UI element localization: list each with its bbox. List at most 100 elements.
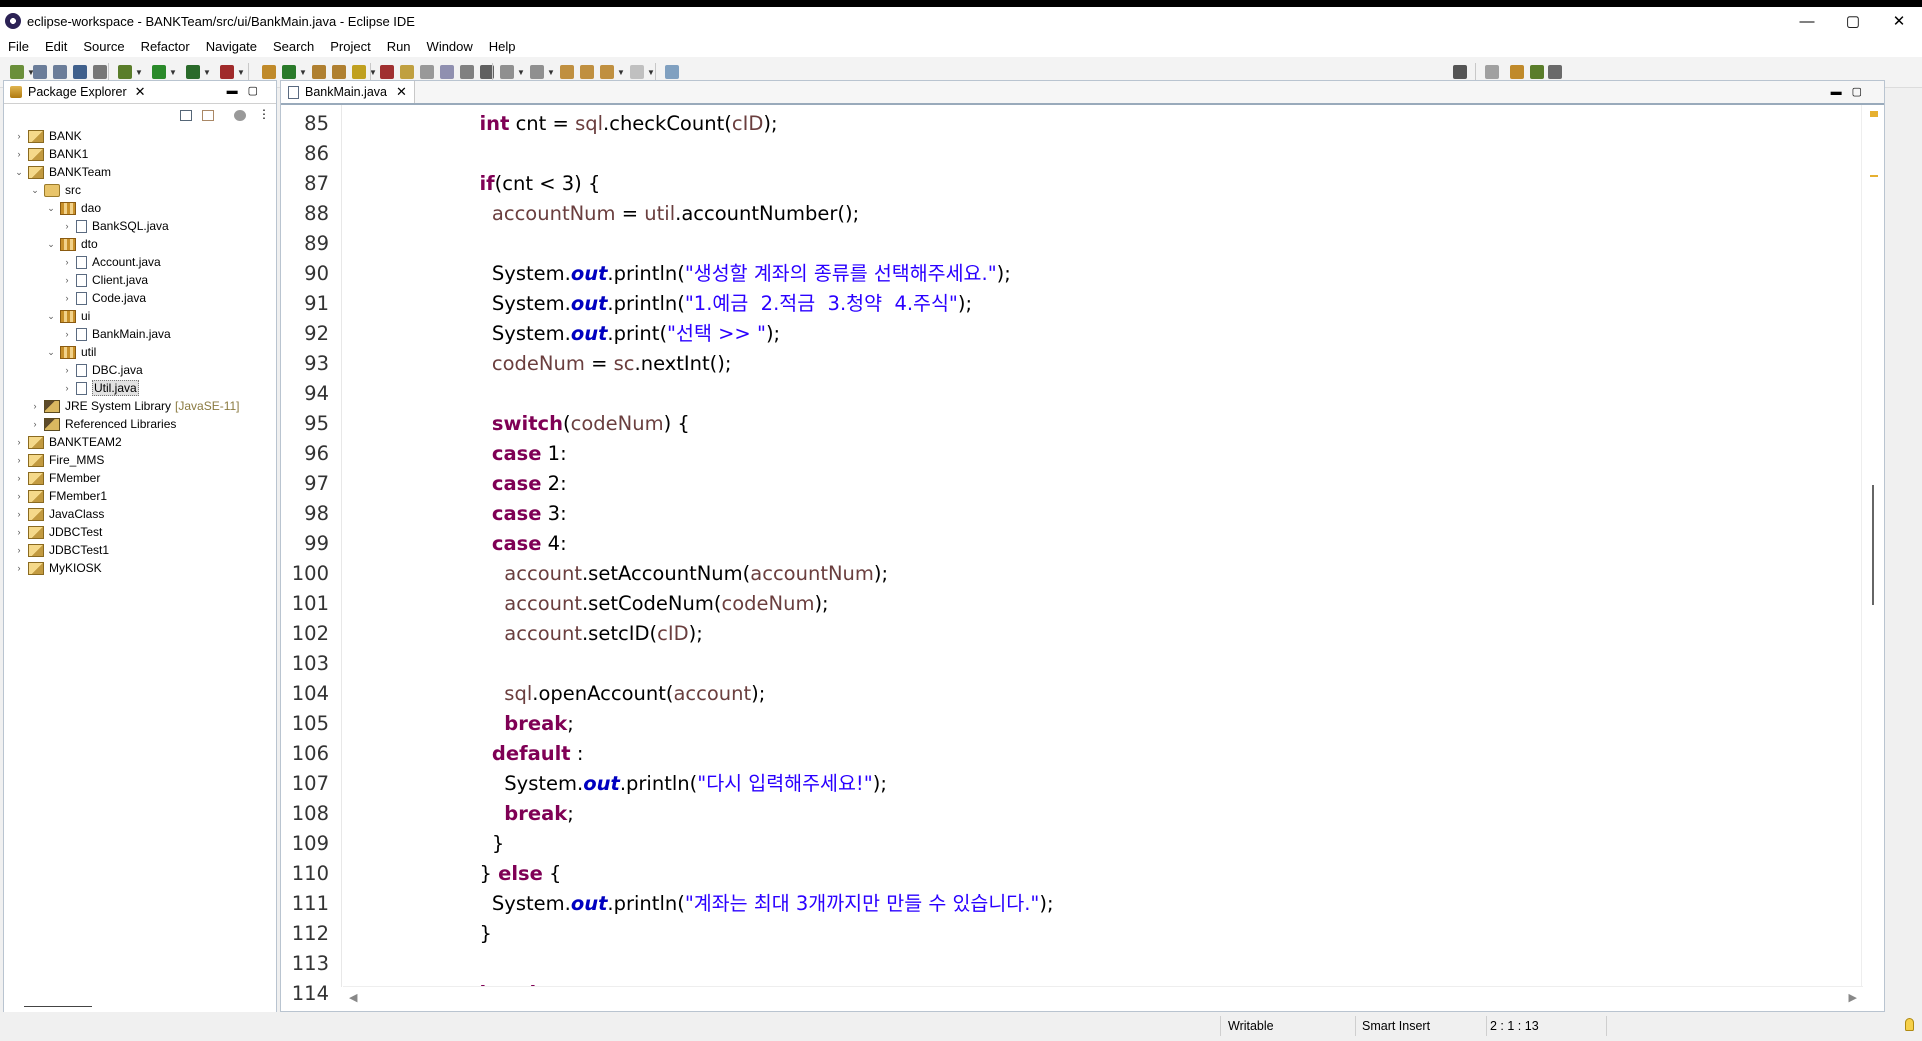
search-tool-icon[interactable]	[352, 65, 366, 79]
search-icon[interactable]	[1453, 65, 1467, 79]
tree-item[interactable]: ⌄ util	[46, 343, 96, 361]
chevron-right-icon[interactable]: ›	[62, 365, 72, 375]
tip-lightbulb-icon[interactable]	[1905, 1018, 1914, 1031]
chevron-down-icon[interactable]: ⌄	[46, 203, 56, 214]
vertical-scrollbar[interactable]	[1861, 105, 1884, 987]
menu-search[interactable]: Search	[265, 39, 322, 54]
new-icon[interactable]	[10, 65, 24, 79]
code-line[interactable]: account.setAccountNum(accountNum);	[480, 559, 888, 589]
chevron-down-icon[interactable]: ⌄	[46, 311, 56, 322]
open-task-icon[interactable]	[332, 65, 346, 79]
chevron-down-icon[interactable]: ⌄	[46, 239, 56, 250]
tree-item[interactable]: ⌄ dao	[46, 199, 101, 217]
overview-ruler-marker[interactable]	[1870, 111, 1878, 117]
horizontal-scrollbar[interactable]	[24, 1006, 92, 1007]
code-line[interactable]: break;	[480, 709, 574, 739]
tree-item[interactable]: › JDBCTest	[14, 523, 103, 541]
new-java-package-icon[interactable]	[262, 65, 276, 79]
tree-item[interactable]: › JDBCTest1	[14, 541, 110, 559]
scrollbar-thumb[interactable]	[1872, 485, 1874, 605]
code-line[interactable]: if(cnt < 3) {	[480, 169, 601, 199]
code-line[interactable]: case 1:	[480, 439, 567, 469]
code-line[interactable]: sql.openAccount(account);	[480, 679, 765, 709]
git-perspective-icon[interactable]	[1548, 65, 1562, 79]
close-icon[interactable]: ✕	[396, 84, 407, 100]
tree-item[interactable]: › JavaClass	[14, 505, 105, 523]
external-tools-icon[interactable]	[220, 65, 234, 79]
code-line[interactable]: account.setCodeNum(codeNum);	[480, 589, 828, 619]
prev-annotation-icon[interactable]	[400, 65, 414, 79]
code-line[interactable]: }	[480, 919, 492, 949]
show-whitespace-icon[interactable]	[460, 65, 474, 79]
menu-source[interactable]: Source	[75, 39, 132, 54]
close-button[interactable]: ✕	[1876, 7, 1922, 35]
chevron-right-icon[interactable]: ›	[62, 293, 72, 303]
tree-item[interactable]: › MyKIOSK	[14, 559, 102, 577]
focus-icon[interactable]	[234, 110, 246, 121]
code-line[interactable]: System.out.println("다시 입력해주세요!");	[480, 769, 887, 799]
new-java-class-icon[interactable]	[282, 65, 296, 79]
chevron-down-icon[interactable]: ▼	[203, 68, 211, 77]
chevron-right-icon[interactable]: ›	[14, 455, 24, 465]
tree-item[interactable]: › DBC.java	[62, 361, 143, 379]
chevron-down-icon[interactable]: ▼	[135, 68, 143, 77]
menu-project[interactable]: Project	[322, 39, 378, 54]
tree-item[interactable]: › Util.java	[62, 379, 139, 397]
chevron-down-icon[interactable]: ▼	[299, 68, 307, 77]
tree-item[interactable]: ⌄ BANKTeam	[14, 163, 111, 181]
menu-refactor[interactable]: Refactor	[133, 39, 198, 54]
menu-window[interactable]: Window	[419, 39, 481, 54]
link-with-editor-icon[interactable]	[202, 110, 214, 121]
chevron-right-icon[interactable]: ›	[30, 401, 40, 411]
menu-run[interactable]: Run	[379, 39, 419, 54]
maximize-button[interactable]: ▢	[1830, 7, 1876, 35]
tree-item[interactable]: ⌄ dto	[46, 235, 97, 253]
code-line[interactable]: codeNum = sc.nextInt();	[480, 349, 732, 379]
code-area[interactable]: int cnt = sql.checkCount(cID); if(cnt < 3…	[343, 105, 1823, 987]
chevron-down-icon[interactable]: ▼	[647, 68, 655, 77]
scroll-right-icon[interactable]: ▶	[1849, 991, 1857, 1004]
tree-item[interactable]: › BankSQL.java	[62, 217, 169, 235]
chevron-right-icon[interactable]: ›	[62, 329, 72, 339]
tree-item[interactable]: › FMember	[14, 469, 101, 487]
code-line[interactable]: }	[480, 829, 504, 859]
tree-item[interactable]: › FMember1	[14, 487, 108, 505]
code-line[interactable]: case 2:	[480, 469, 567, 499]
tree-item[interactable]: › BankMain.java	[62, 325, 171, 343]
chevron-right-icon[interactable]: ›	[14, 527, 24, 537]
chevron-down-icon[interactable]: ▼	[517, 68, 525, 77]
forward-icon[interactable]	[580, 65, 594, 79]
coverage-icon[interactable]	[186, 65, 200, 79]
chevron-down-icon[interactable]: ▼	[617, 68, 625, 77]
view-minimize-maximize-icons[interactable]: ▬▢	[227, 84, 268, 97]
code-line[interactable]: System.out.println("생성할 계좌의 종류를 선택해주세요."…	[480, 259, 1011, 289]
chevron-down-icon[interactable]: ⌄	[46, 347, 56, 358]
menu-file[interactable]: File	[0, 39, 37, 54]
java-perspective-icon[interactable]	[1510, 65, 1524, 79]
code-line[interactable]: default :	[480, 739, 584, 769]
tree-item[interactable]: › BANKTEAM2	[14, 433, 122, 451]
back-icon[interactable]	[560, 65, 574, 79]
code-line[interactable]: System.out.println("계좌는 최대 3개까지만 만들 수 있습…	[480, 889, 1054, 919]
history-forward-icon[interactable]	[630, 65, 644, 79]
next-annotation-icon[interactable]	[380, 65, 394, 79]
code-line[interactable]: System.out.print("선택 >> ");	[480, 319, 780, 349]
chevron-right-icon[interactable]: ›	[62, 275, 72, 285]
minimize-button[interactable]: —	[1784, 7, 1830, 35]
view-menu-icon[interactable]: ⋮	[258, 107, 270, 121]
chevron-down-icon[interactable]: ▼	[237, 68, 245, 77]
tree-item[interactable]: › Referenced Libraries	[30, 415, 177, 433]
skip-breakpoints-icon[interactable]	[93, 65, 107, 79]
history-back-icon[interactable]	[600, 65, 614, 79]
menu-navigate[interactable]: Navigate	[198, 39, 265, 54]
code-line[interactable]: } else {	[480, 859, 562, 889]
code-line[interactable]: account.setcID(cID);	[480, 619, 702, 649]
editor-tab-bankmain[interactable]: BankMain.java ✕	[281, 81, 415, 103]
code-line[interactable]: switch(codeNum) {	[480, 409, 690, 439]
menu-help[interactable]: Help	[481, 39, 524, 54]
package-explorer-tab[interactable]: Package Explorer ✕	[4, 81, 152, 103]
view-minimize-maximize-icons[interactable]: ▬▢	[1831, 85, 1872, 98]
chevron-right-icon[interactable]: ›	[62, 221, 72, 231]
overview-ruler-marker[interactable]	[1870, 175, 1878, 177]
chevron-right-icon[interactable]: ›	[14, 437, 24, 447]
